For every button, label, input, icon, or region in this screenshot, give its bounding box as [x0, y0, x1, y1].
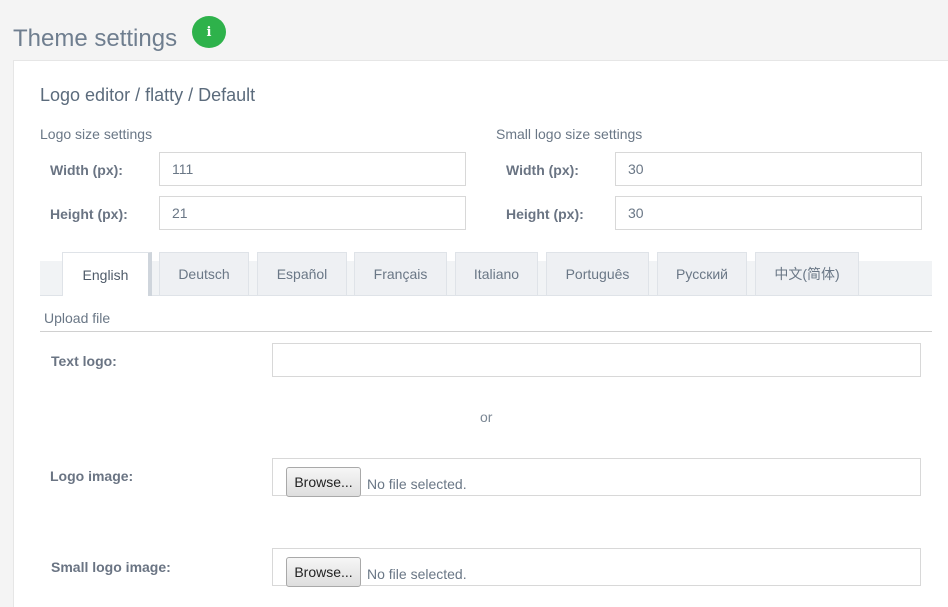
logo-image-browse-button[interactable]: Browse... — [286, 467, 361, 497]
info-icon[interactable]: i — [192, 16, 226, 48]
small-logo-width-label: Width (px): — [506, 162, 579, 178]
small-logo-size-section-label: Small logo size settings — [496, 126, 643, 142]
small-logo-image-file-status: No file selected. — [367, 566, 467, 582]
tab-portugues[interactable]: Português — [546, 252, 649, 295]
logo-image-file-input: Browse... No file selected. — [272, 458, 921, 497]
subtab-divider — [40, 331, 932, 332]
small-logo-image-label: Small logo image: — [51, 559, 171, 575]
breadcrumb: Logo editor / flatty / Default — [40, 85, 256, 105]
logo-image-label: Logo image: — [50, 468, 134, 484]
text-logo-input[interactable] — [272, 343, 921, 377]
tab-espanol[interactable]: Español — [257, 252, 347, 295]
small-logo-image-browse-button[interactable]: Browse... — [286, 557, 361, 587]
tab-francais[interactable]: Français — [354, 252, 447, 295]
text-logo-label: Text logo: — [51, 353, 117, 369]
tab-deutsch[interactable]: Deutsch — [159, 252, 249, 295]
or-separator: or — [480, 409, 493, 425]
small-logo-height-input[interactable] — [615, 196, 922, 230]
small-logo-height-label: Height (px): — [506, 206, 584, 222]
logo-height-input[interactable] — [159, 196, 466, 230]
tab-english[interactable]: English — [62, 252, 152, 296]
logo-image-file-status: No file selected. — [367, 476, 467, 492]
logo-height-label: Height (px): — [50, 206, 128, 222]
small-logo-image-file-input: Browse... No file selected. — [272, 548, 921, 587]
logo-width-input[interactable] — [159, 152, 466, 186]
tab-italiano[interactable]: Italiano — [455, 252, 538, 295]
small-logo-width-input[interactable] — [615, 152, 922, 186]
upload-file-tab[interactable]: Upload file — [44, 310, 110, 326]
page-title: Theme settings — [13, 25, 178, 52]
logo-editor-panel: Logo editor / flatty / Default Logo size… — [13, 60, 948, 607]
language-tabs: English Deutsch Español Français Italian… — [40, 252, 932, 296]
tab-russian[interactable]: Русский — [657, 252, 747, 295]
tab-chinese-simplified[interactable]: 中文(简体) — [755, 252, 859, 295]
logo-size-section-label: Logo size settings — [40, 126, 153, 142]
logo-width-label: Width (px): — [50, 162, 123, 178]
